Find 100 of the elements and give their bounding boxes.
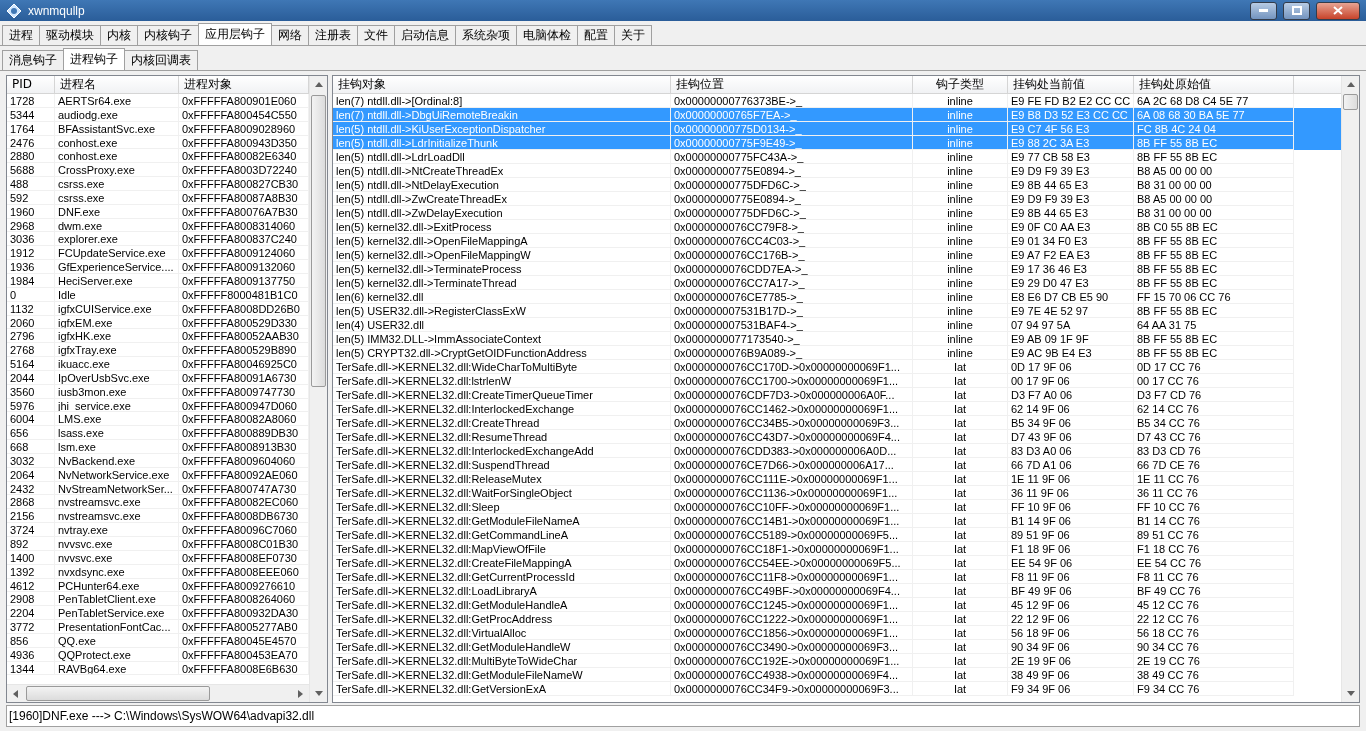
table-row[interactable]: TerSafe.dll->KERNEL32.dll:GetModuleFileNameW 0x0000000076CC4938->0x00000000069F4... Iat 38 49 9F 06 38 49 CC 76 <box>333 668 1341 682</box>
table-cell: 0xFFFFFA8003D72240 <box>179 163 309 178</box>
table-cell: 0x0000000076CC49BF->0x00000000069F4... <box>671 584 913 598</box>
up-arrow-icon <box>1346 82 1355 87</box>
minimize-button[interactable] <box>1250 1 1277 20</box>
app-icon <box>6 2 22 19</box>
table-row[interactable]: TerSafe.dll->KERNEL32.dll:GetModuleHandleW 0x0000000076CC3490->0x00000000069F3... Iat 90 34 9F 06 90 34 CC 76 <box>333 640 1341 654</box>
table-cell: IpOverUsbSvc.exe <box>55 370 179 385</box>
vertical-scrollbar[interactable] <box>309 76 327 702</box>
table-row[interactable]: TerSafe.dll->KERNEL32.dll:lstrlenW 0x0000000076CC1700->0x00000000069F1... Iat 00 17 9F 06 00 17 CC 76 <box>333 374 1341 388</box>
scrollbar-thumb[interactable] <box>1343 94 1358 110</box>
table-row[interactable]: len(5) kernel32.dll->ExitProcess 0x0000000076CC79F8->_ inline E9 0F C0 AA E3 8B C0 55 8B EC <box>333 220 1341 234</box>
table-cell: 0x0000000076CC18F1->0x00000000069F1... <box>671 542 913 556</box>
table-cell: 2868 <box>7 495 55 510</box>
table-row[interactable]: TerSafe.dll->KERNEL32.dll:InterlockedExchangeAdd 0x0000000076CDD383->0x000000006A0D... Iat 83 D3 A0 06 83 D3 CD 76 <box>333 444 1341 458</box>
table-cell: igfxTray.exe <box>55 343 179 358</box>
column-header[interactable]: 进程名 <box>55 76 179 93</box>
table-row[interactable]: TerSafe.dll->KERNEL32.dll:MapViewOfFile 0x0000000076CC18F1->0x00000000069F1... Iat F1 18 9F 06 F1 18 CC 76 <box>333 542 1341 556</box>
table-cell: inline <box>913 206 1008 220</box>
table-row[interactable]: TerSafe.dll->KERNEL32.dll:InterlockedExchange 0x0000000076CC1462->0x00000000069F1... Iat 62 14 9F 06 62 14 CC 76 <box>333 402 1341 416</box>
table-row[interactable]: len(6) kernel32.dll 0x0000000076CE7785->_ inline E8 E6 D7 CB E5 90 FF 15 70 06 CC 76 <box>333 290 1341 304</box>
table-cell: TerSafe.dll->KERNEL32.dll:GetCurrentProcessId <box>333 570 671 584</box>
table-row[interactable]: TerSafe.dll->KERNEL32.dll:Sleep 0x0000000076CC10FF->0x00000000069F1... Iat FF 10 9F 06 FF 10 CC 76 <box>333 500 1341 514</box>
table-row[interactable]: TerSafe.dll->KERNEL32.dll:WideCharToMultiByte 0x0000000076CC170D->0x00000000069F1... Iat 0D 17 9F 06 0D 17 CC 76 <box>333 360 1341 374</box>
maximize-button[interactable] <box>1283 1 1310 20</box>
table-row[interactable]: TerSafe.dll->KERNEL32.dll:GetCurrentProcessId 0x0000000076CC11F8->0x00000000069F1... Iat F8 11 9F 06 F8 11 CC 76 <box>333 570 1341 584</box>
table-cell: E9 8B 44 65 E3 <box>1008 178 1134 192</box>
table-row[interactable]: len(4) USER32.dll 0x000000007531BAF4->_ inline 07 94 97 5A 64 AA 31 75 <box>333 318 1341 332</box>
table-row[interactable]: len(5) ntdll.dll->ZwDelayExecution 0x00000000775DFD6C->_ inline E9 8B 44 65 E3 B8 31 00 00 00 <box>333 206 1341 220</box>
table-cell: 0xFFFFFA8009132060 <box>179 260 309 274</box>
table-cell: 1936 <box>7 260 55 274</box>
column-header[interactable]: PID <box>7 76 55 93</box>
table-row[interactable]: TerSafe.dll->KERNEL32.dll:CreateTimerQueueTimer 0x0000000076CDF7D3->0x000000006A0F... Iat D3 F7 A0 06 D3 F7 CD 76 <box>333 388 1341 402</box>
table-row[interactable]: TerSafe.dll->KERNEL32.dll:GetModuleFileNameA 0x0000000076CC14B1->0x00000000069F1... Iat B1 14 9F 06 B1 14 CC 76 <box>333 514 1341 528</box>
table-cell: csrss.exe <box>55 190 179 205</box>
table-row[interactable]: len(5) kernel32.dll->TerminateThread 0x0000000076CC7A17->_ inline E9 29 D0 47 E3 8B FF 55 8B EC <box>333 276 1341 290</box>
table-cell: Iat <box>913 514 1008 528</box>
table-row[interactable]: TerSafe.dll->KERNEL32.dll:ResumeThread 0x0000000076CC43D7->0x00000000069F4... Iat D7 43 9F 06 D7 43 CC 76 <box>333 430 1341 444</box>
table-cell: 0D 17 9F 06 <box>1008 360 1134 374</box>
table-row[interactable]: TerSafe.dll->KERNEL32.dll:GetCommandLineA 0x0000000076CC5189->0x00000000069F5... Iat 89 51 9F 06 89 51 CC 76 <box>333 528 1341 542</box>
table-row[interactable]: len(5) CRYPT32.dll->CryptGetOIDFunctionAddress 0x0000000076B9A089->_ inline E9 AC 9B E4 E3 8B FF 55 8B EC <box>333 346 1341 360</box>
table-row[interactable]: TerSafe.dll->KERNEL32.dll:CreateThread 0x0000000076CC34B5->0x00000000069F3... Iat B5 34 9F 06 B5 34 CC 76 <box>333 416 1341 430</box>
table-cell: E9 29 D0 47 E3 <box>1008 276 1134 290</box>
close-button[interactable] <box>1316 1 1360 20</box>
table-cell: conhost.exe <box>55 149 179 164</box>
table-row[interactable]: TerSafe.dll->KERNEL32.dll:VirtualAlloc 0x0000000076CC1856->0x00000000069F1... Iat 56 18 9F 06 56 18 CC 76 <box>333 626 1341 640</box>
table-cell: explorer.exe <box>55 232 179 247</box>
column-header[interactable]: 钩子类型 <box>913 76 1008 93</box>
column-header[interactable]: 挂钩处当前值 <box>1008 76 1134 93</box>
table-cell: 856 <box>7 633 55 648</box>
scrollbar-thumb[interactable] <box>311 95 326 387</box>
table-row[interactable]: TerSafe.dll->KERNEL32.dll:ReleaseMutex 0x0000000076CC111E->0x00000000069F1... Iat 1E 11 9F 06 1E 11 CC 76 <box>333 472 1341 486</box>
tab[interactable]: 关于 <box>614 25 652 45</box>
table-row[interactable]: len(5) kernel32.dll->OpenFileMappingW 0x0000000076CC176B->_ inline E9 A7 F2 EA E3 8B FF 55 8B EC <box>333 248 1341 262</box>
sub-tab[interactable]: 进程钩子 <box>63 48 125 70</box>
scrollbar-thumb[interactable] <box>26 686 211 701</box>
table-row[interactable]: TerSafe.dll->KERNEL32.dll:GetProcAddress 0x0000000076CC1222->0x00000000069F1... Iat 22 12 9F 06 22 12 CC 76 <box>333 612 1341 626</box>
table-row[interactable]: TerSafe.dll->KERNEL32.dll:LoadLibraryA 0x0000000076CC49BF->0x00000000069F4... Iat BF 49 9F 06 BF 49 CC 76 <box>333 584 1341 598</box>
sub-tab[interactable]: 内核回调表 <box>124 50 198 70</box>
table-cell: B5 34 9F 06 <box>1008 416 1134 430</box>
down-arrow-icon <box>1346 691 1355 696</box>
table-cell: 1392 <box>7 564 55 579</box>
table-row[interactable]: len(5) kernel32.dll->OpenFileMappingA 0x0000000076CC4C03->_ inline E9 01 34 F0 E3 8B FF 55 8B EC <box>333 234 1341 248</box>
table-cell: TerSafe.dll->KERNEL32.dll:GetProcAddress <box>333 612 671 626</box>
table-row[interactable]: len(5) ntdll.dll->ZwCreateThreadEx 0x00000000775E0894->_ inline E9 D9 F9 39 E3 B8 A5 00 00 00 <box>333 192 1341 206</box>
column-header[interactable]: 挂钩对象 <box>333 76 671 93</box>
table-cell: 0xFFFFFA8008264060 <box>179 592 309 607</box>
table-row[interactable]: TerSafe.dll->KERNEL32.dll:CreateFileMappingA 0x0000000076CC54EE->0x00000000069F5... Iat EE 54 9F 06 EE 54 CC 76 <box>333 556 1341 570</box>
table-row[interactable]: TerSafe.dll->KERNEL32.dll:GetVersionExA 0x0000000076CC34F9->0x00000000069F3... Iat F9 34 9F 06 F9 34 CC 76 <box>333 682 1341 696</box>
table-cell: inline <box>913 332 1008 346</box>
table-cell: 0x0000000076CC54EE->0x00000000069F5... <box>671 556 913 570</box>
table-cell: TerSafe.dll->KERNEL32.dll:CreateFileMappingA <box>333 556 671 570</box>
table-cell: Iat <box>913 430 1008 444</box>
table-row[interactable]: len(5) ntdll.dll->LdrLoadDll 0x00000000775FC43A->_ inline E9 77 CB 58 E3 8B FF 55 8B EC <box>333 150 1341 164</box>
table-row[interactable]: TerSafe.dll->KERNEL32.dll:GetModuleHandleA 0x0000000076CC1245->0x00000000069F1... Iat 45 12 9F 06 45 12 CC 76 <box>333 598 1341 612</box>
column-header[interactable]: 挂钩位置 <box>671 76 913 93</box>
table-cell: len(6) kernel32.dll <box>333 290 671 304</box>
tab[interactable]: 进程 <box>2 25 40 45</box>
table-cell: TerSafe.dll->KERNEL32.dll:InterlockedExchangeAdd <box>333 444 671 458</box>
table-row[interactable]: len(5) kernel32.dll->TerminateProcess 0x0000000076CDD7EA->_ inline E9 17 36 46 E3 8B FF 55 8B EC <box>333 262 1341 276</box>
table-cell: 0x0000000076CC3490->0x00000000069F3... <box>671 640 913 654</box>
table-cell: 2432 <box>7 481 55 496</box>
minimize-icon <box>1259 9 1268 12</box>
table-row[interactable]: TerSafe.dll->KERNEL32.dll:MultiByteToWideChar 0x0000000076CC192E->0x00000000069F1... Iat 2E 19 9F 06 2E 19 CC 76 <box>333 654 1341 668</box>
table-cell: 2E 19 9F 06 <box>1008 654 1134 668</box>
table-cell: 0x0000000076CC1700->0x00000000069F1... <box>671 374 913 388</box>
table-row[interactable]: len(5) ntdll.dll->NtDelayExecution 0x00000000775DFD6C->_ inline E9 8B 44 65 E3 B8 31 00 00 00 <box>333 178 1341 192</box>
table-cell: Iat <box>913 472 1008 486</box>
tab[interactable]: 应用层钩子 <box>198 23 272 45</box>
sub-tab[interactable]: 消息钩子 <box>2 50 64 70</box>
table-row[interactable]: len(5) IMM32.DLL->ImmAssociateContext 0x0000000077173540->_ inline E9 AB 09 1F 9F 8B FF 55 8B EC <box>333 332 1341 346</box>
table-row[interactable]: TerSafe.dll->KERNEL32.dll:SuspendThread 0x0000000076CE7D66->0x000000006A17... Iat 66 7D A1 06 66 7D CE 76 <box>333 458 1341 472</box>
table-row[interactable]: len(5) USER32.dll->RegisterClassExW 0x000000007531B17D->_ inline E9 7E 4E 52 97 8B FF 55 8B EC <box>333 304 1341 318</box>
column-header[interactable]: 挂钩处原始值 <box>1134 76 1294 93</box>
horizontal-scrollbar[interactable] <box>7 684 309 702</box>
vertical-scrollbar[interactable] <box>1341 76 1359 702</box>
table-cell: 64 AA 31 75 <box>1134 318 1294 332</box>
table-row[interactable]: TerSafe.dll->KERNEL32.dll:WaitForSingleObject 0x0000000076CC1136->0x00000000069F1... Iat 36 11 9F 06 36 11 CC 76 <box>333 486 1341 500</box>
table-cell: Iat <box>913 444 1008 458</box>
table-row[interactable]: len(5) ntdll.dll->NtCreateThreadEx 0x00000000775E0894->_ inline E9 D9 F9 39 E3 B8 A5 00 00 00 <box>333 164 1341 178</box>
